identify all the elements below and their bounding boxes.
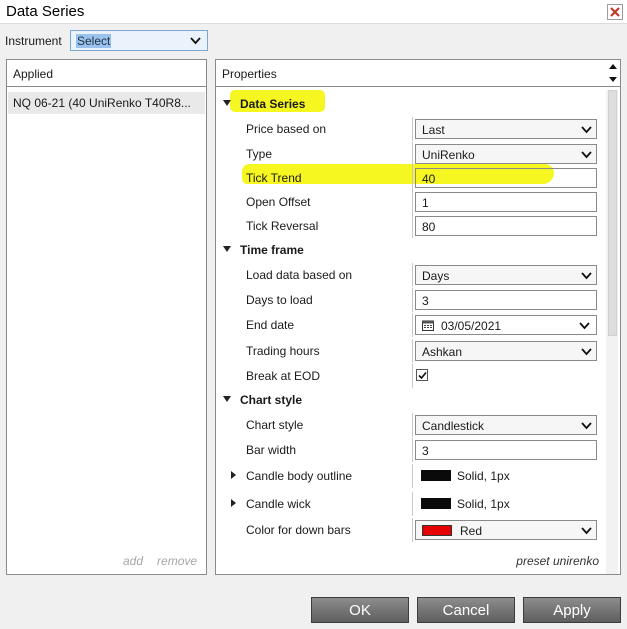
row-label: Tick Trend [246, 171, 302, 185]
row-label: Candle body outline [246, 469, 353, 483]
title-bar: Data Series [0, 0, 627, 24]
row-break-at-eod: Break at EOD [216, 364, 604, 388]
select-value: Ashkan [422, 345, 463, 359]
applied-series-item[interactable]: NQ 06-21 (40 UniRenko T40R8... [8, 92, 205, 114]
close-button[interactable] [607, 4, 623, 20]
applied-actions: add remove [123, 554, 211, 568]
instrument-select[interactable]: Select [70, 30, 208, 51]
row-open-offset: Open Offset 1 [216, 190, 604, 214]
section-title: Chart style [240, 393, 303, 407]
chevron-down-icon [579, 322, 590, 330]
row-chart-style: Chart style Candlestick [216, 413, 604, 437]
stroke-value: Solid, 1px [457, 469, 510, 483]
applied-header: Applied [7, 60, 206, 87]
tick-trend-input[interactable]: 40 [415, 168, 597, 188]
down-bar-color-select[interactable]: Red [415, 520, 597, 540]
row-tick-trend: Tick Trend 40 [216, 166, 604, 190]
collapse-triangle-icon[interactable] [223, 100, 231, 106]
section-chart-style[interactable]: Chart style [216, 388, 604, 412]
stroke-color-swatch [421, 470, 451, 481]
cancel-button[interactable]: Cancel [417, 597, 515, 623]
remove-link[interactable]: remove [157, 554, 197, 568]
collapse-triangle-icon[interactable] [223, 396, 231, 402]
checkmark-icon [418, 371, 427, 380]
row-label: Open Offset [246, 195, 311, 209]
chevron-down-icon [581, 348, 592, 356]
select-value: Last [422, 123, 445, 137]
instrument-label: Instrument [5, 34, 62, 48]
chevron-down-icon [581, 272, 592, 280]
stroke-value: Solid, 1px [457, 497, 510, 511]
days-to-load-input[interactable]: 3 [415, 290, 597, 310]
trading-hours-select[interactable]: Ashkan [415, 341, 597, 361]
properties-scrollbar[interactable] [606, 90, 618, 574]
row-tick-reversal: Tick Reversal 80 [216, 214, 604, 238]
select-value: Red [460, 524, 483, 538]
chevron-down-icon [190, 37, 201, 45]
chart-style-select[interactable]: Candlestick [415, 415, 597, 435]
section-title: Data Series [240, 97, 306, 111]
row-label: Break at EOD [246, 369, 321, 383]
chevron-down-icon [581, 422, 592, 430]
row-load-data-based-on: Load data based on Days [216, 263, 604, 287]
row-color-for-down-bars: Color for down bars Red [216, 518, 604, 542]
row-end-date: End date 03/05/2021 [216, 313, 604, 337]
section-data-series[interactable]: Data Series [216, 92, 604, 116]
type-select[interactable]: UniRenko [415, 144, 597, 164]
sort-arrows-icon [609, 64, 617, 82]
chevron-down-icon [581, 151, 592, 159]
header-scroll-arrows[interactable] [608, 61, 618, 85]
row-days-to-load: Days to load 3 [216, 288, 604, 312]
row-label: Type [246, 147, 273, 161]
select-value: Candlestick [422, 419, 485, 433]
row-label: Tick Reversal [246, 219, 319, 233]
apply-button[interactable]: Apply [523, 597, 621, 623]
calendar-icon[interactable] [422, 320, 434, 331]
row-price-based-on: Price based on Last [216, 117, 604, 141]
properties-header: Properties [216, 60, 620, 87]
section-title: Time frame [240, 243, 304, 257]
end-date-value: 03/05/2021 [441, 319, 502, 333]
row-label: Days to load [246, 293, 313, 307]
preset-link[interactable]: preset unirenko [516, 554, 599, 568]
select-value: Days [422, 269, 450, 283]
expand-triangle-icon[interactable] [231, 471, 236, 479]
ok-button[interactable]: OK [311, 597, 409, 623]
expand-triangle-icon[interactable] [231, 499, 236, 507]
row-label: Chart style [246, 418, 304, 432]
row-label: Bar width [246, 443, 297, 457]
bar-width-input[interactable]: 3 [415, 440, 597, 460]
chevron-down-icon [581, 527, 592, 535]
row-trading-hours: Trading hours Ashkan [216, 339, 604, 363]
row-bar-width: Bar width 3 [216, 438, 604, 462]
section-time-frame[interactable]: Time frame [216, 238, 604, 262]
row-label: Color for down bars [246, 523, 351, 537]
properties-panel: Properties Data Series Price based on La… [215, 59, 621, 575]
row-candle-body-outline[interactable]: Candle body outline Solid, 1px [216, 464, 604, 488]
applied-panel: Applied NQ 06-21 (40 UniRenko T40R8... a… [6, 59, 207, 575]
select-value: UniRenko [422, 148, 475, 162]
row-label: Load data based on [246, 268, 353, 282]
end-date-picker[interactable]: 03/05/2021 [415, 315, 597, 335]
load-data-based-on-select[interactable]: Days [415, 265, 597, 285]
scrollbar-thumb[interactable] [608, 90, 617, 336]
window-title: Data Series [6, 3, 85, 20]
open-offset-input[interactable]: 1 [415, 192, 597, 212]
instrument-value: Select [76, 34, 112, 48]
row-type: Type UniRenko [216, 142, 604, 166]
price-based-on-select[interactable]: Last [415, 119, 597, 139]
row-label: Trading hours [246, 344, 320, 358]
stroke-color-swatch [421, 498, 451, 509]
chevron-down-icon [581, 126, 592, 134]
tick-reversal-input[interactable]: 80 [415, 216, 597, 236]
row-label: Price based on [246, 122, 327, 136]
row-candle-wick[interactable]: Candle wick Solid, 1px [216, 492, 604, 516]
color-swatch [422, 525, 452, 536]
close-icon [610, 7, 620, 17]
row-label: Candle wick [246, 497, 311, 511]
break-at-eod-checkbox[interactable] [416, 369, 428, 381]
row-label: End date [246, 318, 295, 332]
add-link[interactable]: add [123, 554, 143, 568]
collapse-triangle-icon[interactable] [223, 246, 231, 252]
